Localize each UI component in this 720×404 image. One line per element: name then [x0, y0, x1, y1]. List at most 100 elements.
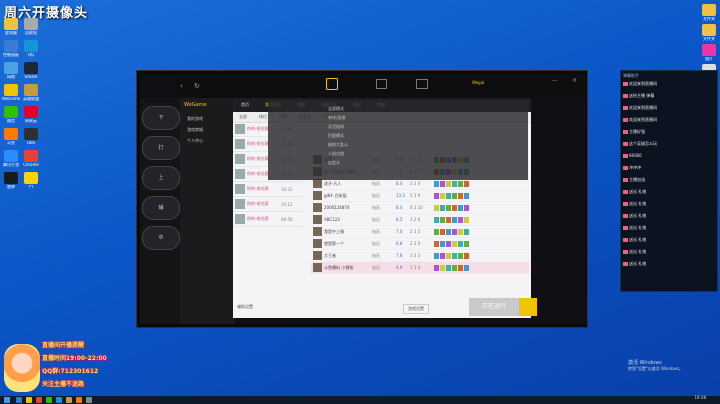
taskbar-app-icon[interactable] [46, 397, 52, 403]
app-subtab[interactable]: 全部 [233, 114, 253, 120]
wegame-nav-item[interactable]: 游戏商城 [184, 125, 233, 134]
desktop-icon[interactable]: 此电脑 [2, 18, 20, 35]
dropdown-option[interactable]: 单排/双排 [328, 113, 468, 122]
dropdown-option[interactable]: 人机对战 [328, 149, 468, 158]
game-lobby-panel: 下打上辅中 [140, 98, 180, 324]
mode-dropdown: 全部模式 单排/双排 灵活组排 匹配模式 极地大乱斗 人机对战 自定义 [268, 100, 528, 180]
helper-settings-link[interactable]: 辅助设置 [237, 304, 253, 310]
desktop-icon[interactable]: 网易云 [22, 106, 40, 123]
item-icon [452, 192, 457, 199]
table-row[interactable]: 斗鱼爆料 小钢铁 钻石 4.9 1 3 4 [311, 262, 529, 274]
champion-icon [313, 203, 322, 212]
desktop-icon-label: 回收站 [25, 31, 37, 35]
close-icon[interactable]: × [572, 77, 577, 84]
desktop-icon[interactable]: 斗鱼 [2, 128, 20, 145]
app-tab[interactable]: 首页 [233, 102, 257, 108]
table-row[interactable]: ABC123 钻石 8.5 3 2 6 [311, 214, 529, 226]
item-icon [452, 264, 457, 271]
chat-text: 送给主播 弹幕 [629, 93, 655, 98]
table-row[interactable]: 我是中上铺 钻石 7.0 2 3 5 [311, 226, 529, 238]
dropdown-option[interactable]: 极地大乱斗 [328, 140, 468, 149]
match-list-item[interactable]: 你的-排位赛 10:33 [233, 182, 303, 197]
desktop-icon[interactable]: OBS [22, 128, 40, 145]
champion-avatar [235, 184, 245, 194]
desktop-icon[interactable]: 回收站 [22, 18, 40, 35]
match-list-item[interactable]: 你的-排位赛 09:58 [233, 212, 303, 227]
fan-badge-icon [623, 118, 628, 122]
desktop-icon[interactable]: 控制面板 [2, 40, 20, 57]
desktop-icon[interactable]: YY [22, 172, 40, 189]
app-icon [24, 18, 38, 30]
taskbar-app-icon[interactable] [56, 397, 62, 403]
item-build [434, 264, 469, 271]
taskbar-app-icon[interactable] [16, 397, 22, 403]
desktop-icon[interactable]: 网络 [2, 62, 20, 79]
desktop-icon[interactable]: 腾讯手游 [2, 150, 20, 167]
table-row[interactable]: 大王者 钻石 7.8 3 2 3 [311, 250, 529, 262]
match-list-item[interactable]: 你的-排位赛 10:12 [233, 197, 303, 212]
kda-score: 3 2 3 [410, 253, 421, 258]
champion-avatar [235, 124, 245, 134]
taskbar-app-icon[interactable] [26, 397, 32, 403]
chat-message: 主播好强 [621, 129, 717, 141]
wegame-topbar: ‹ ↻ Wegal — × [176, 74, 586, 98]
dropdown-option[interactable]: 灵活组排 [328, 122, 468, 131]
desktop-icon-label: 斗鱼 [7, 141, 15, 145]
desktop-icon[interactable]: Steam [22, 62, 40, 79]
lobby-lane-item[interactable]: 下 [142, 106, 180, 130]
desktop-icon-label: 腾讯手游 [3, 163, 19, 167]
table-row[interactable]: 2000124874 钻石 8.4 4 1 10 [311, 202, 529, 214]
lobby-lane-item[interactable]: 中 [142, 226, 180, 250]
chat-message: 欢迎来到直播间 [621, 81, 717, 93]
app-icon [4, 18, 18, 30]
dropdown-option[interactable]: 全部模式 [328, 104, 468, 113]
lobby-lane-item[interactable]: 打 [142, 136, 180, 160]
dropdown-option[interactable]: 自定义 [328, 158, 468, 167]
desktop-icon[interactable]: 微信 [2, 106, 20, 123]
desktop-icon[interactable]: 雷神 [2, 172, 20, 189]
gift-button[interactable] [519, 298, 537, 316]
taskbar-app-icon[interactable] [66, 397, 72, 403]
kda-value: 8.4 [396, 181, 403, 186]
taskbar-app-icon[interactable] [76, 397, 82, 403]
desktop-icon[interactable]: 图片 [700, 44, 718, 61]
minimize-icon[interactable]: — [552, 78, 557, 84]
store-icon[interactable] [376, 79, 387, 89]
desktop-icon[interactable]: 英雄联盟 [22, 84, 40, 101]
dropdown-option[interactable]: 匹配模式 [328, 131, 468, 140]
champion-icon [313, 191, 322, 200]
refresh-icon[interactable]: ↻ [194, 82, 200, 90]
taskbar-clock[interactable]: 19:38 [694, 396, 706, 400]
desktop-icon[interactable]: 文件夹 [700, 4, 718, 21]
wegame-user[interactable]: Wegal [472, 80, 484, 85]
wegame-nav-item[interactable]: 我的游戏 [184, 114, 233, 123]
run-button[interactable]: 正在运行 [469, 298, 519, 316]
app-icon [4, 150, 18, 162]
stream-info-banner: 直播间开播提醒 直播时间19:00-22:00 QQ群:712301612 关注主播不… [4, 336, 150, 394]
champion-icon [313, 215, 322, 224]
app-icon [4, 84, 18, 96]
desktop-icon[interactable]: 文件夹 [700, 24, 718, 41]
fan-badge-icon [623, 190, 628, 194]
desktop-icon[interactable]: Chrome [22, 150, 40, 167]
video-icon[interactable] [416, 79, 428, 89]
windows-start-icon[interactable] [4, 397, 10, 403]
home-icon[interactable] [326, 78, 338, 90]
app-icon [24, 128, 38, 140]
desktop-icon[interactable]: WeGame [2, 84, 20, 101]
desktop-icon[interactable]: QQ [22, 40, 40, 57]
kda-value: 4.9 [396, 265, 403, 270]
lobby-lane-item[interactable]: 辅 [142, 196, 180, 220]
champion-icon [313, 251, 322, 260]
table-row[interactable]: 就是那一个 钻石 6.8 2 2 4 [311, 238, 529, 250]
taskbar-app-icon[interactable] [36, 397, 42, 403]
game-settings-select[interactable]: 游戏设置 [403, 304, 429, 314]
taskbar-app-icon[interactable] [86, 397, 92, 403]
lobby-lane-item[interactable]: 上 [142, 166, 180, 190]
chat-message: 送出 礼物 [621, 261, 717, 273]
table-row[interactable]: gdH- 白米饭 钻石 13.3 5 1 9 [311, 190, 529, 202]
back-arrow-icon[interactable]: ‹ [180, 82, 183, 90]
item-icon [458, 240, 463, 247]
player-rank: 钻石 [372, 180, 380, 186]
wegame-nav-item[interactable]: 个人中心 [184, 136, 233, 145]
